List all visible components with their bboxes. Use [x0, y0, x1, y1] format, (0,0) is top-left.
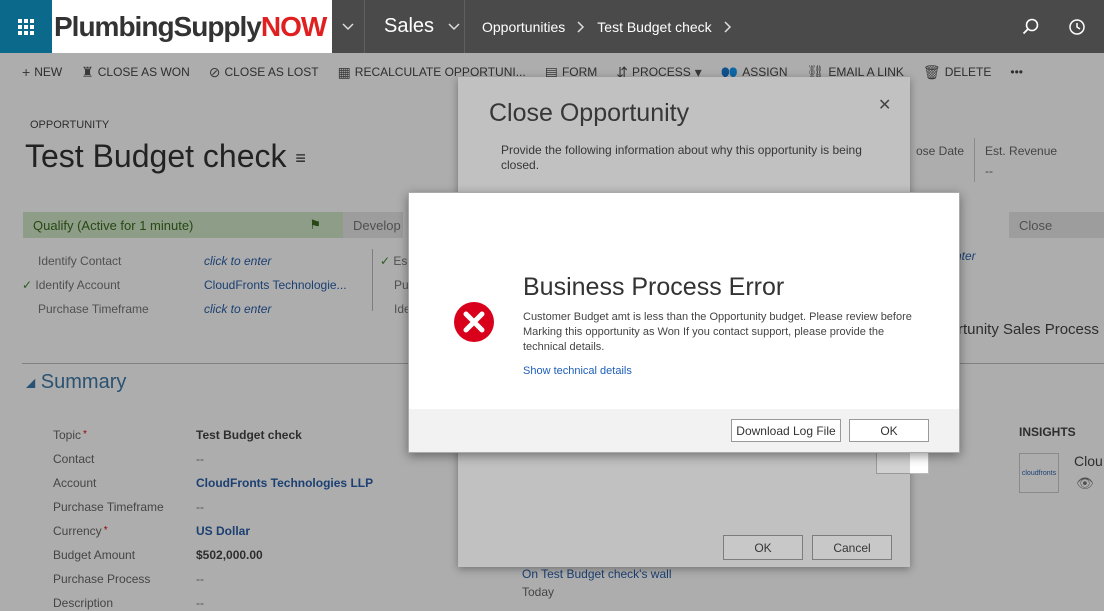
error-icon — [454, 302, 494, 342]
history-icon[interactable] — [1068, 18, 1086, 36]
chevron-down-icon — [448, 22, 460, 30]
chevron-right-icon — [577, 20, 585, 33]
top-nav-bar: PlumbingSupply NOW Sales Opportunities Te… — [0, 0, 1104, 53]
show-technical-details-link[interactable]: Show technical details — [523, 365, 632, 377]
breadcrumb: Opportunities Test Budget check — [465, 0, 1022, 53]
search-icon[interactable] — [1022, 18, 1040, 36]
nav-right-tools — [1022, 0, 1104, 53]
logo-menu-button[interactable] — [332, 0, 365, 53]
error-dialog-message: Customer Budget amt is less than the Opp… — [523, 311, 912, 353]
company-logo: PlumbingSupply NOW — [52, 0, 332, 53]
area-label: Sales — [384, 15, 435, 37]
area-selector[interactable]: Sales — [365, 0, 465, 53]
business-process-error-dialog: Business Process Error Customer Budget a… — [408, 192, 960, 453]
error-dialog-ok-button[interactable]: OK — [849, 419, 929, 442]
breadcrumb-record[interactable]: Test Budget check — [597, 19, 711, 35]
error-dialog-title: Business Process Error — [523, 273, 785, 301]
logo-text-accent: NOW — [260, 10, 327, 42]
breadcrumb-opportunities[interactable]: Opportunities — [482, 19, 565, 35]
chevron-down-icon — [342, 22, 354, 30]
waffle-icon — [18, 18, 34, 35]
app-launcher-button[interactable] — [0, 0, 52, 53]
download-log-file-button[interactable]: Download Log File — [731, 419, 841, 442]
error-dialog-footer: Download Log File OK — [409, 409, 959, 452]
logo-text-primary: PlumbingSupply — [54, 10, 262, 42]
chevron-right-icon[interactable] — [724, 20, 732, 33]
